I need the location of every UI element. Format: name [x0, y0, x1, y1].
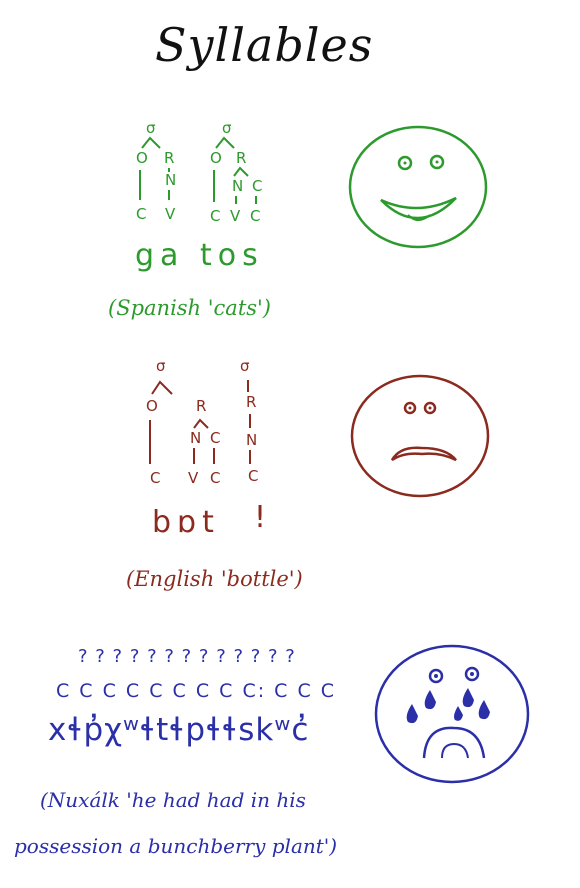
nuxalk-caption-line2: possession a bunchberry plant') [14, 834, 338, 858]
nuxalk-caption-line1: (Nuxálk 'he had had in his [40, 788, 306, 812]
english-caption: (English 'bottle') [126, 567, 303, 591]
question-marks: ? ? ? ? ? ? ? ? ? ? ? ? ? [78, 646, 296, 667]
nuxalk-word: xɬp̓χʷɬtɬpɬɬskʷc̓ [48, 712, 310, 748]
english-word: bɒt [152, 505, 220, 540]
syllabic-consonant-mark: ! [254, 500, 273, 535]
crying-face-icon [374, 644, 530, 784]
worried-face-icon [350, 374, 490, 498]
c-slots: C C C C C C C C C: C C C [56, 680, 337, 702]
